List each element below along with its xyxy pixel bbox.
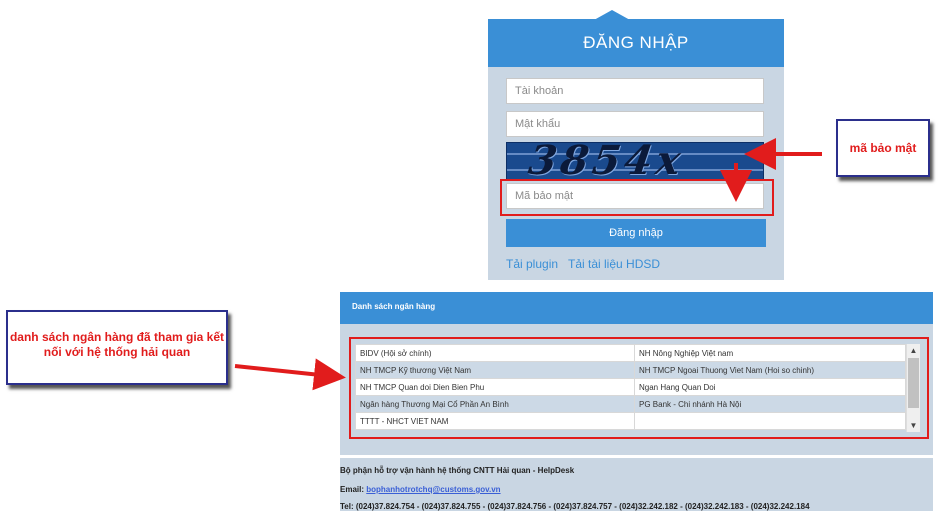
annotation-arrows	[234, 138, 822, 391]
bank-list-arrow-icon	[234, 358, 346, 391]
